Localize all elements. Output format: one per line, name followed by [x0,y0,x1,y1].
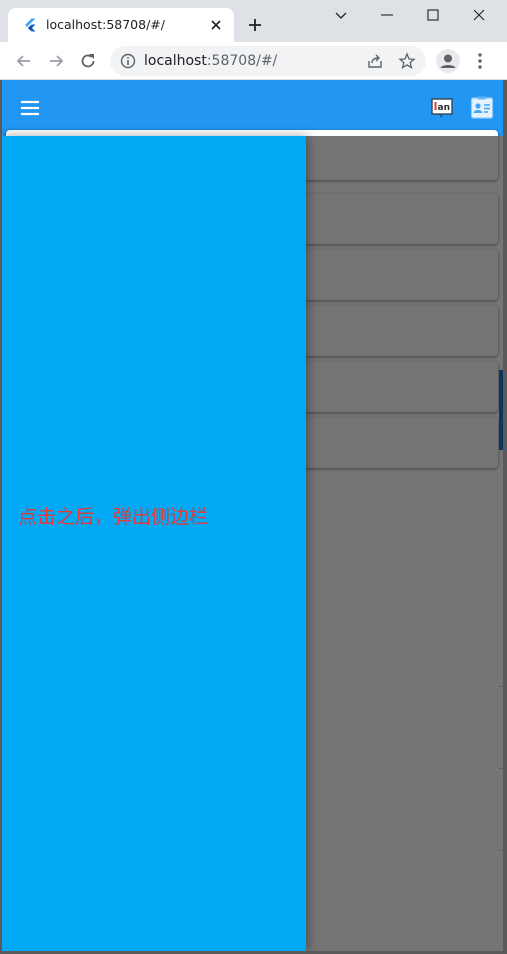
app-bar: an [0,80,507,136]
info-icon[interactable] [120,53,136,69]
browser-toolbar: localhost:58708/#/ [0,42,507,80]
tab-title: localhost:58708/#/ [46,17,165,32]
close-icon[interactable] [208,17,224,33]
hamburger-menu-icon[interactable] [18,96,42,120]
url-host: localhost [144,53,207,69]
url-path: :58708/#/ [206,53,278,69]
svg-text:an: an [438,103,450,113]
contact-card-icon[interactable] [470,96,494,120]
browser-titlebar: localhost:58708/#/ [0,0,507,42]
window-frame-left [0,80,2,954]
language-icon[interactable]: an [430,96,454,120]
forward-arrow-icon[interactable] [46,51,66,71]
star-icon[interactable] [398,52,416,70]
reload-icon[interactable] [78,51,98,71]
minimize-icon[interactable] [378,6,396,24]
window-frame-right [503,80,507,954]
plus-icon[interactable] [246,16,264,34]
side-drawer: 点击之后，弹出侧边栏 [2,136,306,951]
browser-tab[interactable]: localhost:58708/#/ [8,8,234,42]
profile-icon[interactable] [436,49,460,73]
maximize-icon[interactable] [424,6,442,24]
flutter-icon [25,18,36,32]
share-icon[interactable] [366,52,384,70]
window-close-icon[interactable] [470,6,488,24]
kebab-menu-icon[interactable] [472,51,488,71]
drawer-message: 点击之后，弹出侧边栏 [18,506,209,528]
address-bar[interactable]: localhost:58708/#/ [110,46,426,76]
url-text: localhost:58708/#/ [144,53,277,69]
back-arrow-icon[interactable] [14,51,34,71]
chevron-down-icon[interactable] [332,6,350,24]
app-viewport: an 点击之后，弹出侧边栏 [0,80,507,954]
